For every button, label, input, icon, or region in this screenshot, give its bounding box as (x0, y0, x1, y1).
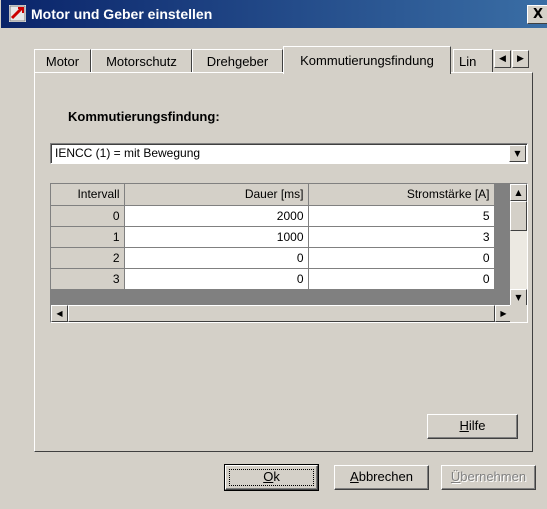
table-row: 3 0 0 (51, 268, 495, 290)
table-row: 1 1000 3 (51, 226, 495, 248)
tab-lin[interactable]: Lin (453, 49, 493, 73)
dialog-window: Motor und Geber einstellen X Motor Motor… (0, 0, 547, 509)
tab-motorschutz[interactable]: Motorschutz (91, 49, 192, 73)
help-label-mnemonic: H (459, 418, 469, 433)
row-interval: 3 (51, 268, 125, 290)
tab-kommutierungsfindung[interactable]: Kommutierungsfindung (283, 46, 451, 74)
horizontal-scrollbar[interactable]: ◀ ▶ (51, 305, 512, 322)
vertical-scrollbar[interactable]: ▲ ▼ (510, 184, 527, 306)
row-interval: 2 (51, 247, 125, 269)
arrow-left-icon: ◀ (499, 54, 506, 64)
arrow-right-icon: ▶ (517, 54, 524, 64)
arrow-up-icon: ▲ (515, 188, 522, 197)
scroll-down-button[interactable]: ▼ (510, 289, 527, 306)
tab-lin-label: Lin (459, 54, 477, 69)
close-button[interactable]: X (527, 5, 547, 24)
cancel-button[interactable]: Abbrechen (334, 465, 429, 490)
table-header-row: Intervall Dauer [ms] Stromstärke [A] (51, 184, 495, 206)
section-label: Kommutierungsfindung: (68, 109, 220, 124)
close-icon: X (532, 7, 544, 22)
tab-drehgeber[interactable]: Drehgeber (192, 49, 283, 73)
chevron-down-icon: ▼ (514, 149, 521, 158)
mode-dropdown[interactable]: IENCC (1) = mit Bewegung ▼ (50, 143, 528, 164)
tab-panel: Kommutierungsfindung: IENCC (1) = mit Be… (34, 72, 533, 452)
duration-cell[interactable]: 1000 (124, 226, 309, 248)
scroll-up-button[interactable]: ▲ (510, 184, 527, 201)
column-header-current[interactable]: Stromstärke [A] (308, 184, 495, 206)
duration-cell[interactable]: 2000 (124, 205, 309, 227)
apply-label-mnemonic: Ü (450, 469, 461, 484)
arrow-left-icon: ◀ (56, 309, 63, 318)
tab-motorschutz-label: Motorschutz (106, 54, 177, 69)
current-cell[interactable]: 3 (308, 226, 495, 248)
cancel-label-mnemonic: A (350, 469, 359, 484)
tab-kommutierungsfindung-label: Kommutierungsfindung (300, 53, 434, 68)
focus-rectangle (229, 469, 314, 486)
mode-dropdown-value: IENCC (1) = mit Bewegung (55, 146, 201, 160)
row-interval: 0 (51, 205, 125, 227)
tab-strip: Motor Motorschutz Drehgeber Kommutierung… (34, 46, 534, 74)
tab-motor-label: Motor (45, 54, 80, 69)
window-title: Motor und Geber einstellen (31, 6, 213, 22)
horizontal-scroll-thumb[interactable] (68, 305, 495, 322)
vertical-scroll-thumb[interactable] (510, 201, 527, 231)
help-button[interactable]: Hilfe (427, 414, 518, 439)
motor-app-icon (9, 5, 26, 22)
cancel-label-suffix: bbrechen (358, 469, 413, 484)
interval-table: Intervall Dauer [ms] Stromstärke [A] 0 2… (50, 183, 528, 323)
column-header-interval[interactable]: Intervall (51, 184, 125, 206)
arrow-down-icon: ▼ (515, 293, 522, 302)
column-header-duration[interactable]: Dauer [ms] (124, 184, 309, 206)
tab-drehgeber-label: Drehgeber (206, 54, 269, 69)
scroll-left-button[interactable]: ◀ (51, 305, 68, 322)
apply-button[interactable]: Übernehmen (441, 465, 536, 490)
arrow-right-icon: ▶ (500, 309, 507, 318)
row-interval: 1 (51, 226, 125, 248)
current-cell[interactable]: 0 (308, 247, 495, 269)
table-row: 0 2000 5 (51, 205, 495, 227)
scrollbar-corner (510, 305, 527, 322)
tab-motor[interactable]: Motor (34, 49, 91, 73)
help-label-suffix: ilfe (468, 418, 486, 433)
tab-scroll-left-button[interactable]: ◀ (494, 50, 511, 68)
table-row: 2 0 0 (51, 247, 495, 269)
current-cell[interactable]: 0 (308, 268, 495, 290)
dropdown-button[interactable]: ▼ (509, 145, 526, 162)
apply-label-suffix: bernehmen (460, 469, 527, 484)
title-bar[interactable]: Motor und Geber einstellen X (1, 0, 547, 28)
duration-cell[interactable]: 0 (124, 268, 309, 290)
current-cell[interactable]: 5 (308, 205, 495, 227)
tab-scroll-right-button[interactable]: ▶ (512, 50, 529, 68)
duration-cell[interactable]: 0 (124, 247, 309, 269)
ok-button[interactable]: Ok (224, 464, 319, 491)
